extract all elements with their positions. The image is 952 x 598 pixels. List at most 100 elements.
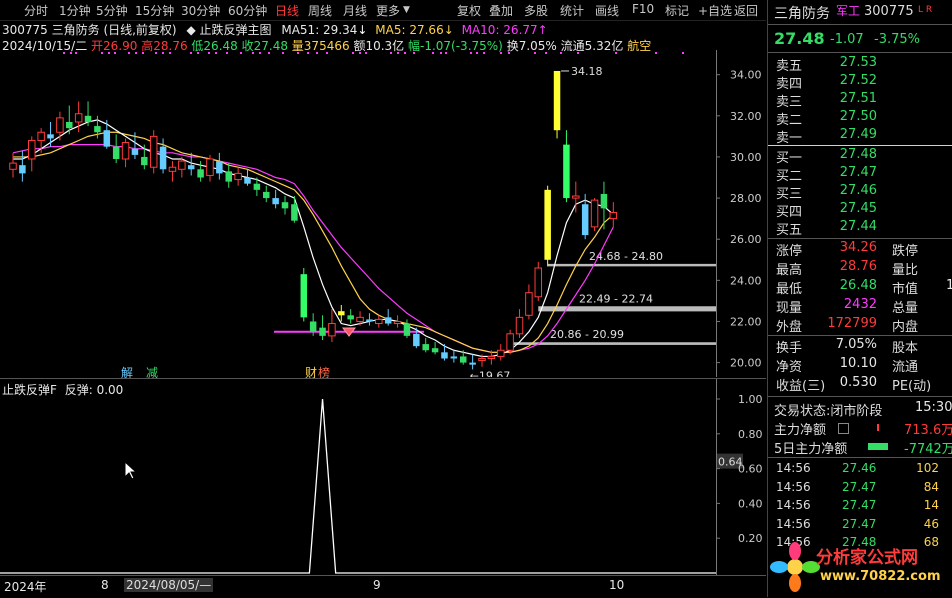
period-tab-3[interactable]: 15分钟 <box>135 2 174 19</box>
tick-time: 14:56 <box>776 479 811 494</box>
stat-value: 7.05% <box>835 337 877 352</box>
price-tick-label: 34.00 <box>730 69 762 82</box>
quote-stock-code: 300775 <box>864 4 914 19</box>
candle-body <box>74 113 83 123</box>
period-tab-2[interactable]: 5分钟 <box>96 2 128 19</box>
ask-level[interactable]: 卖四 27.52 <box>768 73 952 92</box>
candle-body <box>263 191 270 199</box>
ask-price: 27.52 <box>839 73 877 88</box>
indicator-chart[interactable]: 1.000.800.640.600.400.20 <box>0 379 766 575</box>
stat-label: 现量 <box>776 301 803 316</box>
toolbar-action-8[interactable]: 返回 <box>734 2 758 19</box>
toolbar-action-5[interactable]: F10 <box>632 2 654 16</box>
toolbar-action-0[interactable]: 复权 <box>457 2 481 19</box>
period-tab-1[interactable]: 1分钟 <box>59 2 91 19</box>
candle-body <box>37 131 45 141</box>
bid-level[interactable]: 买四 27.45 <box>768 201 952 220</box>
ask-price: 27.53 <box>839 55 877 70</box>
bid-level[interactable]: 买二 27.47 <box>768 165 952 184</box>
candle <box>319 315 326 340</box>
indicator-name[interactable]: 止跌反弹主图 <box>200 23 272 37</box>
toolbar-action-6[interactable]: 标记 <box>665 2 689 19</box>
candle <box>112 134 120 164</box>
toolbar-action-2[interactable]: 多股 <box>524 2 548 19</box>
signal-dot <box>226 52 228 54</box>
signal-dot <box>655 52 657 54</box>
bid-price: 27.44 <box>839 219 877 234</box>
candle <box>28 136 36 172</box>
order-book-divider <box>768 145 952 146</box>
price-change-pct: -3.75% <box>874 32 920 47</box>
candle-body <box>121 142 130 160</box>
ask-level[interactable]: 卖三 27.51 <box>768 91 952 110</box>
sep <box>768 238 952 239</box>
time-axis-aug: 8 <box>101 578 109 592</box>
candle <box>300 268 308 322</box>
main-net-label: 主力净额 <box>774 423 827 438</box>
candle-body <box>66 121 73 129</box>
high-price-label: 34.18 <box>571 65 603 78</box>
indicator-dropdown-icon[interactable]: ◆ <box>186 23 195 37</box>
signal-dot <box>70 52 72 54</box>
bid-level[interactable]: 买一 27.48 <box>768 147 952 166</box>
tick-row: 14:56 27.46 102 <box>768 461 952 479</box>
candle <box>328 309 336 343</box>
candle <box>347 309 354 324</box>
signal-dot <box>108 52 110 54</box>
sep <box>768 24 952 25</box>
signal-dot <box>682 52 684 54</box>
tick-volume: 46 <box>923 516 939 531</box>
candle-body <box>84 115 92 122</box>
candle-body <box>328 323 336 337</box>
period-tab-6[interactable]: 日线 <box>275 2 299 19</box>
candle-body <box>19 165 26 174</box>
signal-dot <box>483 52 485 54</box>
signal-dot <box>470 52 472 54</box>
stat-label: 外盘 <box>776 320 803 335</box>
period-tab-7[interactable]: 周线 <box>308 2 332 19</box>
toolbar-action-3[interactable]: 统计 <box>560 2 584 19</box>
main-net-value: 713.6万 <box>904 423 952 438</box>
candle-body <box>544 189 551 260</box>
signal-dot <box>445 52 447 54</box>
toolbar-action-7[interactable]: +自选 <box>698 2 732 19</box>
tick-price: 27.46 <box>842 461 877 475</box>
more-dropdown-icon[interactable]: ▼ <box>403 5 410 15</box>
industry-tag[interactable]: 军工 <box>836 2 860 19</box>
period-tab-0[interactable]: 分时 <box>24 2 48 19</box>
tick-time: 14:56 <box>776 461 811 475</box>
main-net-detail-icon[interactable] <box>838 423 849 434</box>
signal-dot <box>142 52 144 54</box>
candle-body <box>112 146 120 159</box>
candle-body <box>431 348 439 353</box>
price-chart[interactable]: 20.00 22.00 24.00 26.00 28.00 30.00 32.00 34.00… <box>0 50 766 377</box>
signal-dot <box>316 52 318 54</box>
candle <box>19 150 26 182</box>
candle <box>534 261 543 301</box>
signal-dot <box>390 52 392 54</box>
bid-level[interactable]: 买五 27.44 <box>768 219 952 238</box>
signal-dot <box>101 52 103 54</box>
stat-label: 最高 <box>776 263 803 278</box>
stat-row: 外盘 172799 内盘 <box>768 316 952 335</box>
candle-body <box>9 162 17 170</box>
indicator-tick-label: 0.40 <box>738 497 763 510</box>
stat-label: 涨停 <box>776 244 803 259</box>
ask-level[interactable]: 卖一 27.49 <box>768 127 952 146</box>
level-band <box>510 342 716 345</box>
period-tab-5[interactable]: 60分钟 <box>228 2 267 19</box>
toolbar-action-4[interactable]: 画线 <box>595 2 619 19</box>
bid-level[interactable]: 买三 27.46 <box>768 183 952 202</box>
candle-body <box>497 349 505 357</box>
price-tick-label: 32.00 <box>730 110 762 123</box>
sep <box>768 396 952 397</box>
ask-level[interactable]: 卖五 27.53 <box>768 55 952 74</box>
ask-level[interactable]: 卖二 27.50 <box>768 109 952 128</box>
sep <box>768 52 952 53</box>
toolbar-action-1[interactable]: 叠加 <box>489 2 513 19</box>
period-tab-4[interactable]: 30分钟 <box>181 2 220 19</box>
period-tab-9[interactable]: 更多 <box>376 2 400 19</box>
price-change: -1.07 <box>830 32 864 47</box>
period-tab-8[interactable]: 月线 <box>343 2 367 19</box>
level-label: 20.86 - 20.99 <box>550 328 624 341</box>
